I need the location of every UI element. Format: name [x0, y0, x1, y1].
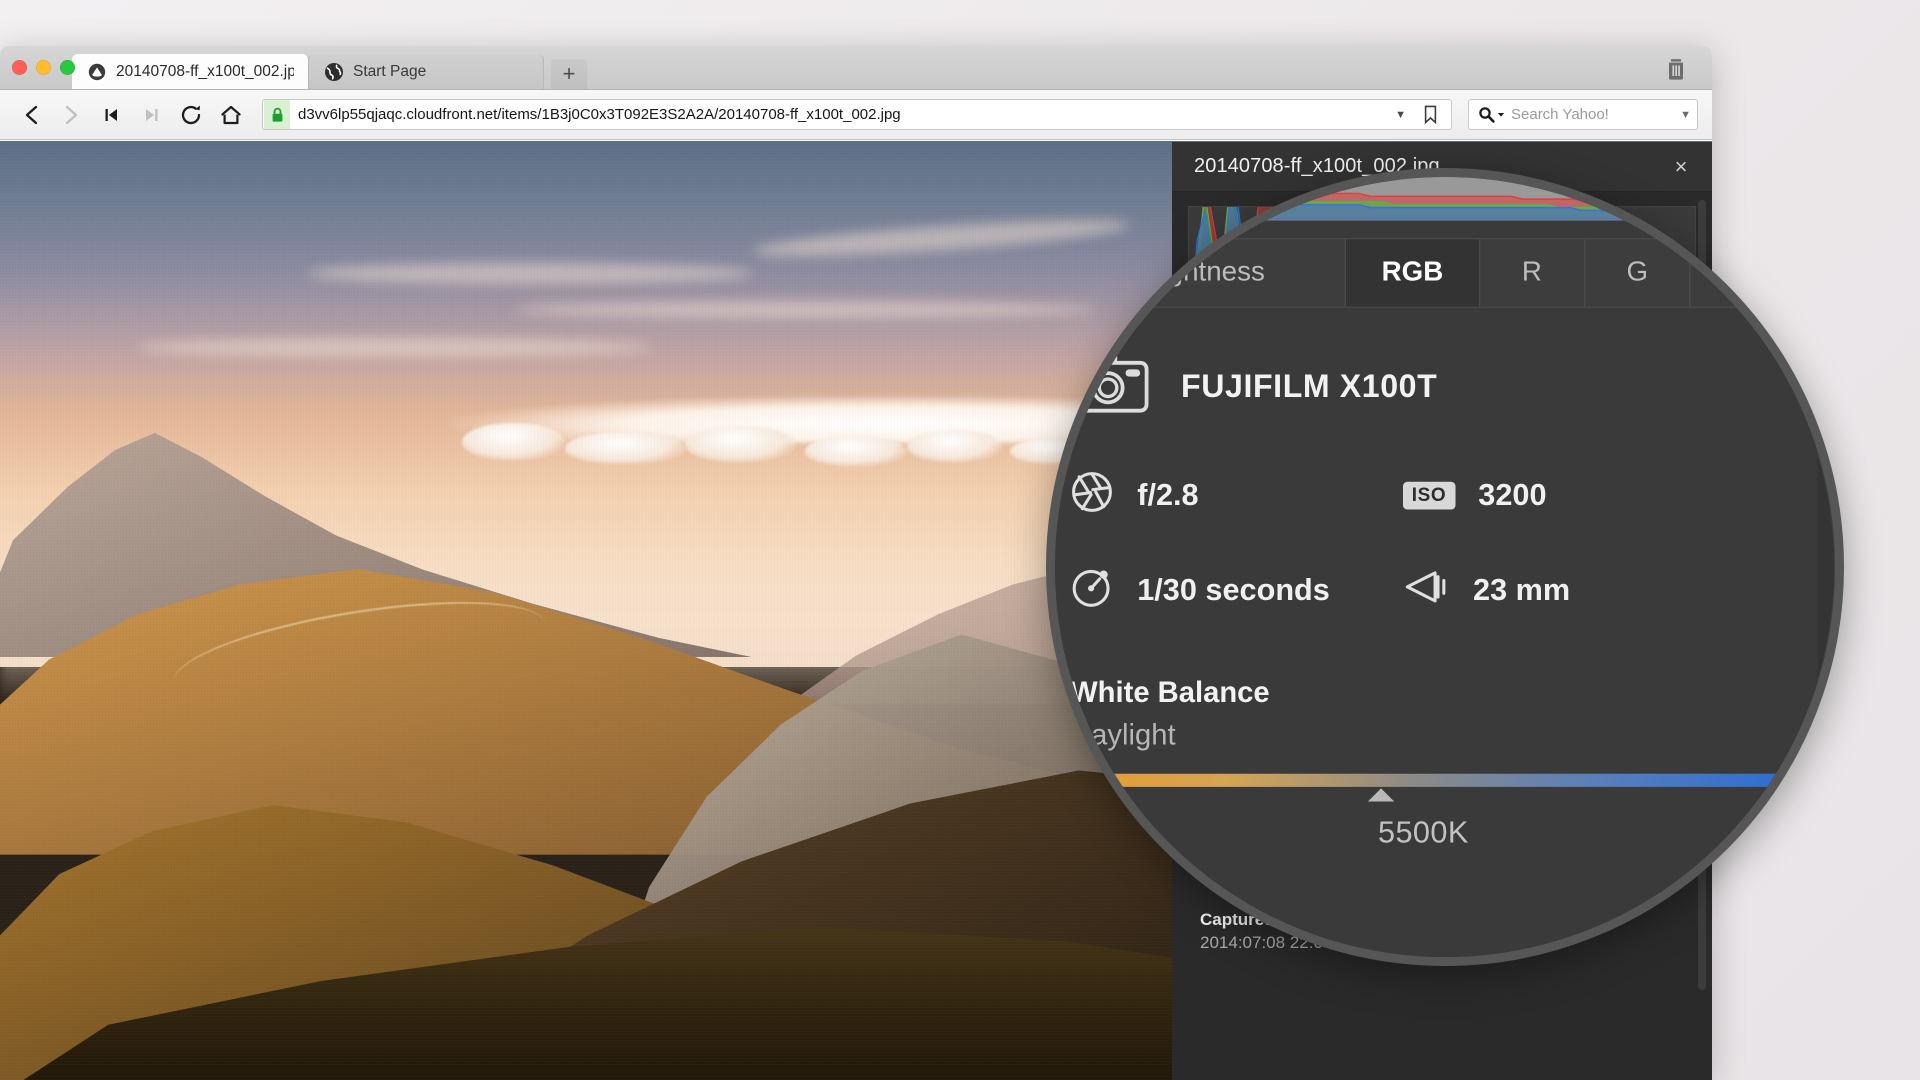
address-bar[interactable]: d3vv6lp55qjaqc.cloudfront.net/items/1B3j…: [262, 99, 1452, 130]
tab-start-page[interactable]: Start Page: [308, 54, 544, 89]
magnified-aperture-value: f/2.8: [1137, 478, 1199, 512]
magnified-spec-aperture: f/2.8: [1070, 470, 1403, 521]
close-icon[interactable]: ×: [1668, 154, 1694, 180]
magnified-spec-focal: 23 mm: [1403, 565, 1777, 616]
new-tab-button[interactable]: +: [551, 59, 587, 89]
magnified-exposure-specs: f/2.8 ISO 3200 1/30 seconds 23 mm: [1070, 470, 1777, 616]
navigation-toolbar: d3vv6lp55qjaqc.cloudfront.net/items/1B3j…: [0, 90, 1712, 140]
tab-image[interactable]: 20140708-ff_x100t_002.jpg (4: [72, 54, 308, 89]
magnified-white-balance-value: Daylight: [1070, 719, 1176, 752]
address-bar-url: d3vv6lp55qjaqc.cloudfront.net/items/1B3j…: [298, 106, 901, 123]
minimize-window-button[interactable]: [36, 60, 51, 75]
search-input-placeholder: Search Yahoo!: [1511, 106, 1609, 123]
tab-label: G: [1626, 256, 1649, 288]
close-window-button[interactable]: [12, 60, 27, 75]
magnified-focal-value: 23 mm: [1473, 573, 1571, 607]
bookmark-icon[interactable]: [1416, 105, 1445, 125]
magnified-spec-shutter: 1/30 seconds: [1070, 565, 1403, 616]
loupe-content: 20140708-ff_x100t_002.jpg × Brightness R…: [1055, 177, 1835, 957]
magnified-dimensions-heading: Dimensions: [1070, 894, 1236, 928]
magnified-spec-iso: ISO 3200: [1402, 470, 1777, 521]
iso-badge-icon: ISO: [1402, 482, 1455, 509]
magnified-tab-rgb[interactable]: RGB: [1346, 239, 1481, 307]
magnified-tab-green[interactable]: G: [1585, 239, 1692, 307]
plus-icon: +: [562, 61, 576, 86]
chevron-down-icon[interactable]: ▼: [1385, 109, 1416, 121]
magnified-white-balance-block: White Balance Daylight 5500K: [1070, 677, 1777, 851]
tab-label: RGB: [1381, 256, 1444, 288]
trash-icon[interactable]: [1662, 56, 1690, 82]
search-icon: [1478, 106, 1505, 123]
magnified-dimensions-block: Dimensions 4896 x 3264 (16MP): [1070, 894, 1777, 957]
tab-title: 20140708-ff_x100t_002.jpg (4: [116, 62, 294, 80]
magnified-iso-value: 3200: [1478, 478, 1547, 512]
cloud-app-icon: [86, 61, 107, 82]
magnified-panel-body: FUJIFILM X100T f/2.8 ISO 3200 1/30 secon…: [1055, 308, 1818, 957]
reload-icon[interactable]: [174, 98, 208, 132]
camera-icon: [1070, 352, 1149, 421]
tab-strip: 20140708-ff_x100t_002.jpg (4 Start Page …: [0, 46, 1712, 90]
padlock-icon: [264, 100, 290, 129]
magnified-white-balance-temperature: 5500K: [1377, 816, 1469, 850]
aperture-icon: [1070, 470, 1114, 521]
white-balance-gradient: [1070, 773, 1777, 787]
magnified-white-balance-slider[interactable]: [1070, 773, 1777, 802]
magnified-camera-model: FUJIFILM X100T: [1181, 367, 1438, 404]
tab-label: R: [1521, 256, 1542, 288]
magnified-info-panel: 20140708-ff_x100t_002.jpg × Brightness R…: [1055, 177, 1818, 957]
focal-length-icon: [1403, 568, 1450, 613]
chevron-down-icon[interactable]: ▼: [1680, 109, 1691, 121]
magnified-tab-red[interactable]: R: [1480, 239, 1585, 307]
window-controls: [12, 60, 75, 75]
skip-end-icon[interactable]: [134, 98, 168, 132]
globe-icon: [323, 61, 344, 82]
zoom-window-button[interactable]: [60, 60, 75, 75]
magnified-tab-brightness[interactable]: Brightness: [1055, 239, 1347, 307]
white-balance-marker: [1367, 788, 1395, 802]
tab-title: Start Page: [353, 62, 427, 80]
tab-label: Brightness: [1133, 256, 1265, 288]
magnified-histogram-tab-row: Brightness RGB R G B: [1055, 237, 1795, 309]
shutter-speed-icon: [1070, 565, 1114, 616]
magnifier-loupe[interactable]: 20140708-ff_x100t_002.jpg × Brightness R…: [1046, 168, 1844, 966]
magnified-shutter-value: 1/30 seconds: [1137, 573, 1330, 607]
skip-start-icon[interactable]: [94, 98, 128, 132]
magnified-tab-blue[interactable]: B: [1691, 239, 1793, 306]
search-box[interactable]: Search Yahoo! ▼: [1468, 99, 1698, 130]
magnified-white-balance-heading: White Balance: [1070, 677, 1270, 710]
back-arrow-icon[interactable]: [14, 98, 48, 132]
tab-label: B: [1732, 256, 1752, 288]
magnified-camera-row: FUJIFILM X100T: [1070, 352, 1777, 421]
forward-arrow-icon[interactable]: [54, 98, 88, 132]
home-icon[interactable]: [214, 98, 248, 132]
tab-list: 20140708-ff_x100t_002.jpg (4 Start Page …: [72, 54, 587, 89]
